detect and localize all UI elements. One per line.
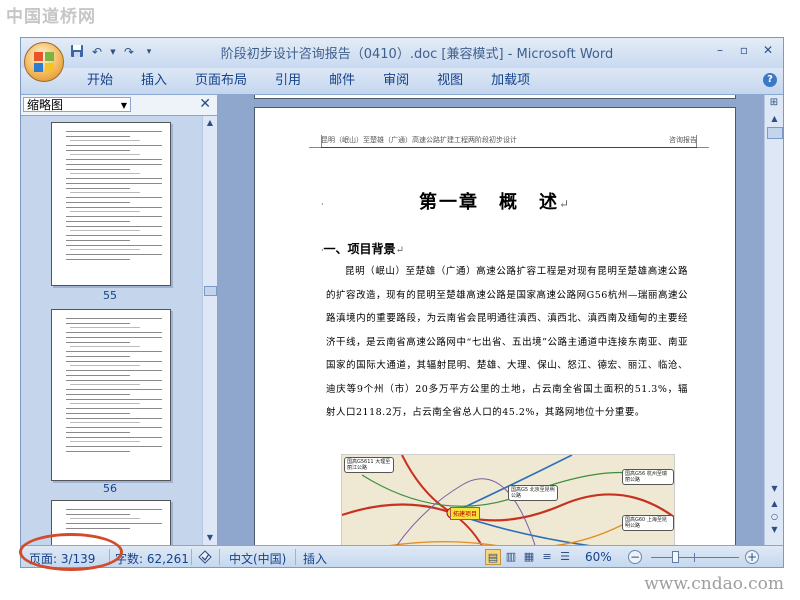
- zoom-slider-knob[interactable]: [672, 551, 680, 563]
- tab-mailings[interactable]: 邮件: [315, 71, 369, 91]
- status-divider: [295, 549, 296, 565]
- web-layout-button[interactable]: ▦: [521, 549, 537, 565]
- thumbnail-pane-header: 缩略图 ▼ ✕: [21, 95, 217, 116]
- page-header: 昆明（岷山）至楚雄（广通）高速公路扩建工程两阶段初步设计 咨询报告: [321, 133, 697, 148]
- zoom-slider-center-tick: [694, 553, 695, 562]
- annotation-ellipse: [19, 533, 123, 571]
- thumbnail-list: 55 56: [21, 116, 201, 545]
- thumbnail-page-number: 56: [103, 482, 117, 495]
- tab-references[interactable]: 引用: [261, 71, 315, 91]
- ribbon-tabs: 开始 插入 页面布局 引用 邮件 审阅 视图 加载项: [73, 71, 544, 91]
- watermark-top: 中国道桥网: [6, 7, 96, 27]
- tab-page-layout[interactable]: 页面布局: [181, 71, 261, 91]
- page-thumbnail-55[interactable]: [51, 122, 171, 286]
- window-title: 阶段初步设计咨询报告（0410）.doc [兼容模式] - Microsoft …: [220, 47, 614, 62]
- thumbnail-pane-close-button[interactable]: ✕: [199, 96, 211, 112]
- scroll-thumb[interactable]: [204, 286, 217, 296]
- header-left-text: 昆明（岷山）至楚雄（广通）高速公路扩建工程两阶段初步设计: [321, 136, 517, 144]
- paragraph-mark-icon: ↵: [395, 245, 404, 256]
- previous-page-edge: [254, 95, 736, 99]
- word-window: ↶ ▼ ↷ ▾ 阶段初步设计咨询报告（0410）.doc [兼容模式] - Mi…: [20, 37, 784, 568]
- next-page-icon[interactable]: ▼: [767, 523, 782, 536]
- scroll-down-icon[interactable]: ▼: [767, 482, 782, 496]
- thumbnail-view-dropdown[interactable]: 缩略图 ▼: [23, 97, 131, 112]
- map-label: 国高G5 北京至昆明公路: [508, 485, 558, 501]
- scroll-up-icon[interactable]: ▲: [767, 112, 782, 126]
- tab-review[interactable]: 审阅: [369, 71, 423, 91]
- zoom-out-button[interactable]: −: [628, 550, 642, 564]
- close-button[interactable]: ✕: [757, 41, 779, 59]
- print-layout-view-button[interactable]: ▤: [485, 549, 501, 565]
- chevron-down-icon: ▼: [120, 101, 127, 110]
- tab-view[interactable]: 视图: [423, 71, 477, 91]
- tab-add-ins[interactable]: 加载项: [477, 71, 544, 91]
- map-label: 国高G60 上海至昆明公路: [622, 515, 674, 531]
- document-area: 昆明（岷山）至楚雄（广通）高速公路扩建工程两阶段初步设计 咨询报告 · 第一章 …: [218, 95, 764, 545]
- undo-icon[interactable]: ↶: [89, 44, 105, 60]
- dropdown-icon[interactable]: ▼: [109, 44, 117, 60]
- proofing-icon[interactable]: [197, 550, 213, 567]
- crop-mark: [696, 135, 709, 148]
- ribbon-tab-bar: 开始 插入 页面布局 引用 邮件 审阅 视图 加载项 ?: [21, 68, 783, 95]
- zoom-in-button[interactable]: +: [745, 550, 759, 564]
- insert-mode-indicator[interactable]: 插入: [303, 550, 327, 567]
- body-paragraph: 昆明（岷山）至楚雄（广通）高速公路扩容工程是对现有昆明至楚雄高速公路的扩容改造，…: [326, 266, 688, 418]
- status-divider: [219, 549, 220, 565]
- redo-icon[interactable]: ↷: [121, 44, 137, 60]
- zoom-level[interactable]: 60%: [585, 550, 612, 564]
- scroll-up-icon[interactable]: ▲: [203, 116, 217, 130]
- language-indicator[interactable]: 中文(中国): [229, 550, 286, 567]
- outline-view-button[interactable]: ≡: [539, 549, 555, 565]
- chapter-title-text: 第一章 概 述: [418, 192, 559, 213]
- section-heading-text: 一、项目背景: [323, 242, 396, 256]
- document-scrollbar[interactable]: ⊞ ▲ ▼ ▲ ○ ▼: [764, 95, 783, 545]
- previous-page-icon[interactable]: ▲: [767, 497, 782, 510]
- help-icon[interactable]: ?: [763, 73, 777, 87]
- zoom-slider-track[interactable]: [651, 557, 739, 558]
- document-page[interactable]: 昆明（岷山）至楚雄（广通）高速公路扩建工程两阶段初步设计 咨询报告 · 第一章 …: [254, 107, 736, 545]
- maximize-button[interactable]: ▫: [733, 41, 755, 59]
- status-divider: [191, 549, 192, 565]
- save-icon[interactable]: [69, 44, 85, 60]
- thumbnail-page-number: 55: [103, 289, 117, 302]
- thumbnail-pane: 缩略图 ▼ ✕ 55 56 ▲ ▼: [21, 95, 218, 545]
- office-logo-icon: [34, 52, 54, 72]
- header-right-text: 咨询报告: [669, 136, 697, 144]
- chapter-title: 第一章 概 述↵: [255, 188, 735, 214]
- scroll-down-icon[interactable]: ▼: [203, 531, 217, 545]
- full-screen-reading-button[interactable]: ▥: [503, 549, 519, 565]
- thumbnail-view-label: 缩略图: [27, 98, 64, 112]
- road-network-map: 国高G5611 大理至丽江公路 国高G5 北京至昆明公路 国高G56 杭州至瑞丽…: [341, 454, 675, 545]
- office-button[interactable]: [24, 42, 64, 82]
- map-label: 国高G5611 大理至丽江公路: [344, 457, 394, 473]
- window-controls: – ▫ ✕: [709, 41, 779, 59]
- tab-home[interactable]: 开始: [73, 71, 127, 91]
- ruler-toggle-icon[interactable]: ⊞: [767, 96, 781, 110]
- draft-view-button[interactable]: ☰: [557, 549, 573, 565]
- project-label: 拓建项目: [450, 507, 481, 520]
- watermark-bottom: www.cndao.com: [644, 574, 784, 594]
- section-heading: ·一、项目背景↵: [321, 240, 404, 257]
- scroll-thumb[interactable]: [767, 127, 783, 139]
- browse-object-icon[interactable]: ○: [767, 510, 782, 523]
- thumbnail-scrollbar[interactable]: ▲ ▼: [202, 116, 217, 545]
- paragraph-mark-icon: ↵: [558, 197, 572, 211]
- page-thumbnail-56[interactable]: [51, 309, 171, 481]
- title-bar: ↶ ▼ ↷ ▾ 阶段初步设计咨询报告（0410）.doc [兼容模式] - Mi…: [21, 38, 783, 68]
- status-bar: 页面: 3/139 字数: 62,261 中文(中国) 插入 ▤ ▥ ▦ ≡ ☰…: [21, 545, 783, 567]
- word-count[interactable]: 字数: 62,261: [115, 550, 189, 567]
- tab-insert[interactable]: 插入: [127, 71, 181, 91]
- map-label: 国高G56 杭州至瑞丽公路: [622, 469, 674, 485]
- minimize-button[interactable]: –: [709, 41, 731, 59]
